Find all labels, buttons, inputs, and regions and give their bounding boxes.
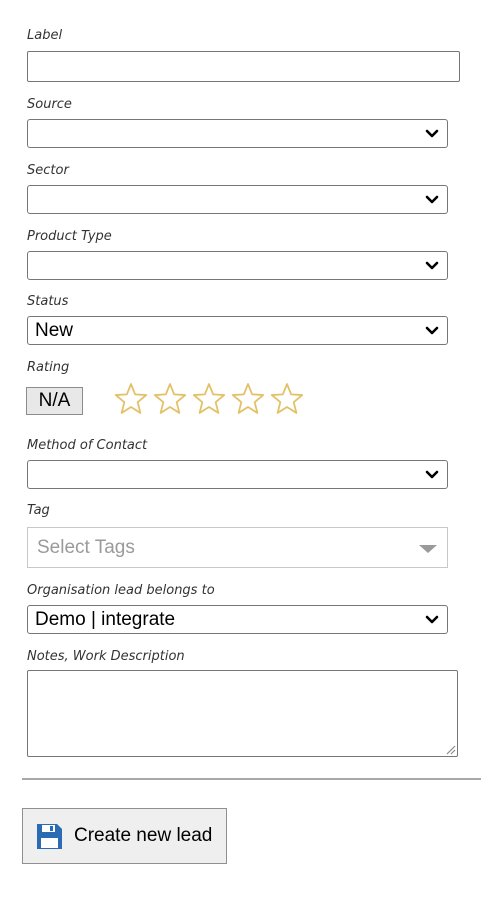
notes-field-label: Notes, Work Description <box>27 649 185 664</box>
product-type-field-label: Product Type <box>27 229 112 244</box>
floppy-disk-icon <box>37 824 62 849</box>
label-input[interactable] <box>27 51 460 82</box>
status-select[interactable]: New <box>27 316 448 345</box>
create-new-lead-label: Create new lead <box>74 825 213 846</box>
organisation-field-label: Organisation lead belongs to <box>27 583 215 598</box>
rating-star-icon[interactable] <box>230 382 266 416</box>
chevron-down-icon <box>425 261 439 270</box>
chevron-down-icon <box>425 129 439 138</box>
tag-field-label: Tag <box>27 503 50 518</box>
sector-field-label: Sector <box>27 163 69 178</box>
organisation-select-value: Demo | integrate <box>35 609 176 630</box>
caret-down-icon <box>419 545 437 553</box>
divider <box>22 778 481 780</box>
product-type-select[interactable] <box>27 251 448 280</box>
organisation-select[interactable]: Demo | integrate <box>27 605 448 634</box>
chevron-down-icon <box>425 470 439 479</box>
status-select-value: New <box>35 320 74 341</box>
notes-textarea[interactable] <box>27 670 458 757</box>
rating-star-icon[interactable] <box>152 382 188 416</box>
source-select[interactable] <box>27 119 448 148</box>
tag-select-placeholder: Select Tags <box>37 537 135 558</box>
rating-star-icon[interactable] <box>191 382 227 416</box>
status-field-label: Status <box>27 294 69 309</box>
chevron-down-icon <box>425 326 439 335</box>
tag-select[interactable]: Select Tags <box>27 527 448 568</box>
method-of-contact-select[interactable] <box>27 460 448 489</box>
rating-star-icon[interactable] <box>269 382 305 416</box>
create-new-lead-button[interactable]: Create new lead <box>22 808 227 864</box>
method-of-contact-field-label: Method of Contact <box>27 438 148 453</box>
chevron-down-icon <box>425 195 439 204</box>
label-field-label: Label <box>27 28 63 43</box>
rating-value-badge[interactable]: N/A <box>26 387 83 415</box>
source-field-label: Source <box>27 97 72 112</box>
rating-star-icon[interactable] <box>113 382 149 416</box>
lead-form: Label Source Sector Product Type Status … <box>0 0 481 898</box>
sector-select[interactable] <box>27 185 448 214</box>
chevron-down-icon <box>425 615 439 624</box>
rating-field-label: Rating <box>27 360 70 375</box>
resize-grip-icon[interactable] <box>444 743 456 755</box>
